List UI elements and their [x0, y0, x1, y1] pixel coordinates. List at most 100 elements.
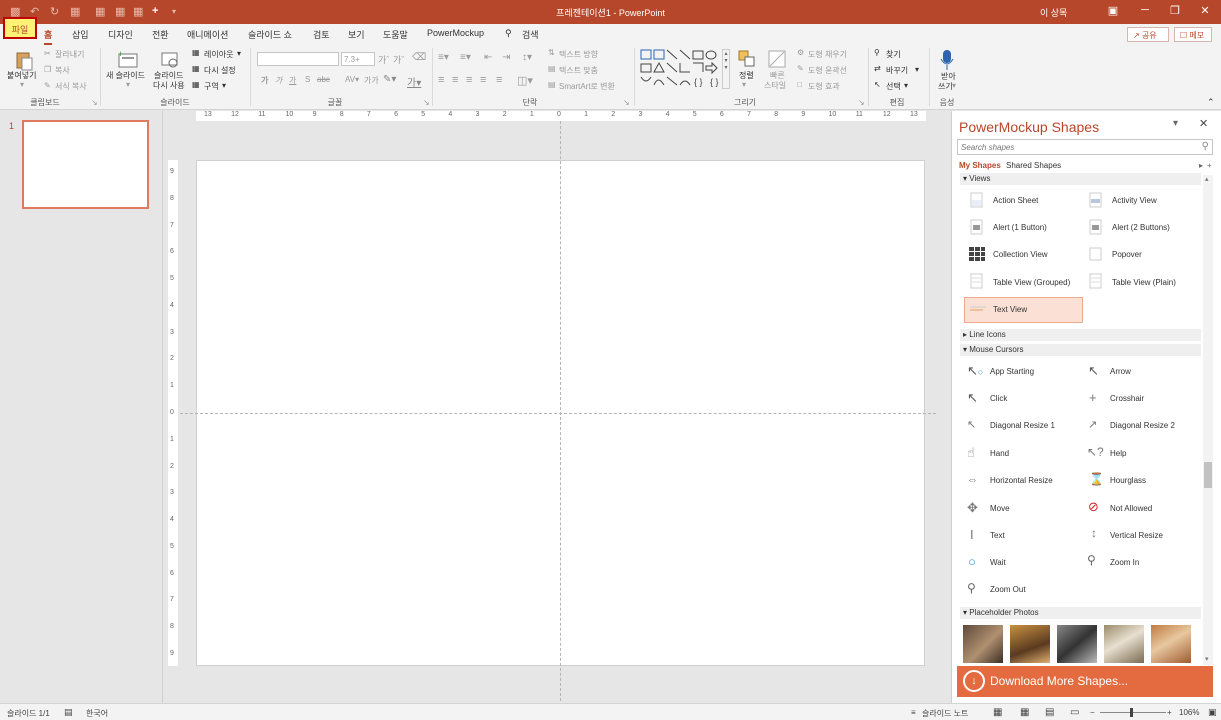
char-spacing-icon[interactable]: AV▾	[345, 75, 359, 84]
placeholder-photo[interactable]	[1104, 625, 1144, 663]
search-icon[interactable]: ⚲	[505, 28, 512, 39]
close-button[interactable]: ✕	[1195, 4, 1215, 17]
search-input[interactable]	[958, 140, 1188, 154]
panel-scrollbar[interactable]	[1203, 175, 1213, 665]
quick-styles-label-2[interactable]: 스타일	[764, 80, 786, 91]
shape-click[interactable]: Click	[990, 394, 1007, 403]
shape-not-allowed[interactable]: Not Allowed	[1110, 504, 1152, 513]
drawing-launcher-icon[interactable]: ↘	[858, 98, 865, 107]
tab-scroll-icon[interactable]: ▸	[1199, 161, 1203, 170]
tab-my-shapes[interactable]: My Shapes	[959, 161, 1001, 170]
layout-dropdown-icon[interactable]: ▾	[237, 49, 241, 58]
shape-diagonal-resize-1[interactable]: Diagonal Resize 1	[990, 421, 1055, 430]
panel-options-icon[interactable]: ▾	[1173, 118, 1178, 129]
maximize-button[interactable]: ❐	[1165, 4, 1185, 17]
shape-action-sheet[interactable]: Action Sheet	[993, 196, 1038, 205]
close-icon[interactable]: ✕	[1199, 117, 1208, 130]
shape-alert-1-button[interactable]: Alert (1 Button)	[993, 223, 1047, 232]
new-slide-dropdown-icon[interactable]: ▾	[126, 80, 130, 89]
cut-label[interactable]: 잘라내기	[55, 49, 84, 60]
strikethrough-button[interactable]: abc	[317, 75, 330, 84]
reuse-slides-label-2[interactable]: 다시 사용	[153, 80, 185, 91]
placeholder-photo[interactable]	[963, 625, 1003, 663]
fit-to-window-icon[interactable]: ▣	[1208, 707, 1217, 718]
highlight-icon[interactable]: ✎▾	[383, 74, 396, 85]
shape-hand[interactable]: Hand	[990, 449, 1009, 458]
search-icon[interactable]: ⚲	[1202, 141, 1209, 152]
copy-label[interactable]: 복사	[55, 65, 70, 76]
section-mouse-cursors[interactable]: ▾ Mouse Cursors	[960, 344, 1201, 356]
shape-collection-view[interactable]: Collection View	[993, 250, 1048, 259]
align-right-icon[interactable]: ≡	[466, 74, 472, 86]
tab-view[interactable]: 보기	[348, 28, 365, 41]
microphone-icon[interactable]	[940, 49, 954, 71]
slide-sorter-icon[interactable]: ▦	[1020, 707, 1029, 718]
section-dropdown-icon[interactable]: ▾	[222, 81, 226, 90]
dictate-dropdown-icon[interactable]: ▾	[952, 81, 956, 90]
distribute-icon[interactable]: ≡	[496, 74, 502, 86]
minimize-button[interactable]: ─	[1135, 4, 1155, 16]
shape-diagonal-resize-2[interactable]: Diagonal Resize 2	[1110, 421, 1175, 430]
decrease-indent-icon[interactable]: ⇤	[484, 52, 492, 63]
italic-button[interactable]: 가	[275, 75, 282, 86]
tab-design[interactable]: 디자인	[108, 28, 133, 41]
justify-icon[interactable]: ≡	[480, 74, 486, 86]
tab-shared-shapes[interactable]: Shared Shapes	[1006, 161, 1061, 170]
slideshow-icon[interactable]: ▭	[1070, 707, 1079, 718]
vertical-guide[interactable]	[560, 121, 561, 701]
find-button[interactable]: 찾기	[886, 49, 901, 60]
shape-fill-button[interactable]: 도형 채우기	[808, 49, 847, 60]
bold-button[interactable]: 가	[261, 75, 268, 86]
collapse-ribbon-icon[interactable]: ⌃	[1207, 97, 1215, 108]
reuse-slides-icon[interactable]	[160, 50, 180, 70]
tab-transitions[interactable]: 전환	[152, 28, 169, 41]
paste-icon[interactable]	[14, 51, 34, 71]
tab-review[interactable]: 검토	[313, 28, 330, 41]
quick-styles-icon[interactable]	[767, 49, 787, 69]
font-size-combo[interactable]: 7.3+	[341, 52, 375, 66]
tab-animations[interactable]: 애니메이션	[187, 28, 228, 41]
shape-text-view[interactable]: Text View	[993, 305, 1027, 314]
shape-table-view-grouped[interactable]: Table View (Grouped)	[993, 278, 1070, 287]
shape-hourglass[interactable]: Hourglass	[1110, 476, 1146, 485]
spell-check-icon[interactable]: ▤	[64, 707, 73, 718]
shape-effects-button[interactable]: 도형 효과	[808, 81, 840, 92]
paragraph-launcher-icon[interactable]: ↘	[623, 98, 630, 107]
scroll-down-icon[interactable]: ▾	[1205, 655, 1209, 663]
shape-app-starting[interactable]: App Starting	[990, 367, 1034, 376]
zoom-slider[interactable]	[1100, 712, 1166, 713]
shape-crosshair[interactable]: Crosshair	[1110, 394, 1144, 403]
shape-alert-2-buttons[interactable]: Alert (2 Buttons)	[1112, 223, 1170, 232]
add-library-icon[interactable]: +	[1207, 161, 1212, 170]
shapes-gallery[interactable]: { } { }	[640, 49, 726, 89]
font-color-icon[interactable]: 가▾	[407, 74, 421, 89]
smartart-button[interactable]: SmartArt로 변환	[559, 81, 615, 92]
align-center-icon[interactable]: ≡	[452, 74, 458, 86]
share-button[interactable]: ↗ 공유	[1127, 27, 1169, 42]
decrease-font-icon[interactable]: 가ˇ	[393, 53, 404, 66]
select-dropdown-icon[interactable]: ▾	[904, 81, 908, 90]
font-name-combo[interactable]	[257, 52, 339, 66]
zoom-level[interactable]: 106%	[1179, 708, 1199, 717]
section-placeholder-photos[interactable]: ▾ Placeholder Photos	[960, 607, 1201, 619]
columns-icon[interactable]: ◫▾	[517, 74, 533, 87]
section-button[interactable]: 구역	[204, 81, 219, 92]
dictate-label-2[interactable]: 쓰기	[938, 81, 953, 92]
increase-indent-icon[interactable]: ⇥	[502, 52, 510, 63]
align-text-button[interactable]: 텍스트 맞춤	[559, 65, 598, 76]
user-name[interactable]: 이 상목	[1040, 6, 1067, 19]
zoom-in-icon[interactable]: +	[1167, 708, 1172, 717]
increase-font-icon[interactable]: 가ˆ	[378, 53, 389, 66]
shape-outline-button[interactable]: 도형 윤곽선	[808, 65, 847, 76]
slide-thumbnail[interactable]	[22, 120, 149, 209]
section-line-icons[interactable]: ▸ Line Icons	[960, 329, 1201, 341]
section-views[interactable]: ▾ Views	[960, 173, 1201, 185]
tab-help[interactable]: 도움말	[383, 28, 408, 41]
line-spacing-icon[interactable]: ↕▾	[522, 52, 532, 63]
tab-search[interactable]: 검색	[522, 28, 539, 41]
shape-text[interactable]: Text	[990, 531, 1005, 540]
scroll-up-icon[interactable]: ▴	[1205, 175, 1209, 183]
shape-popover[interactable]: Popover	[1112, 250, 1142, 259]
normal-view-icon[interactable]: ▦	[993, 707, 1002, 718]
shape-zoom-in[interactable]: Zoom In	[1110, 558, 1139, 567]
